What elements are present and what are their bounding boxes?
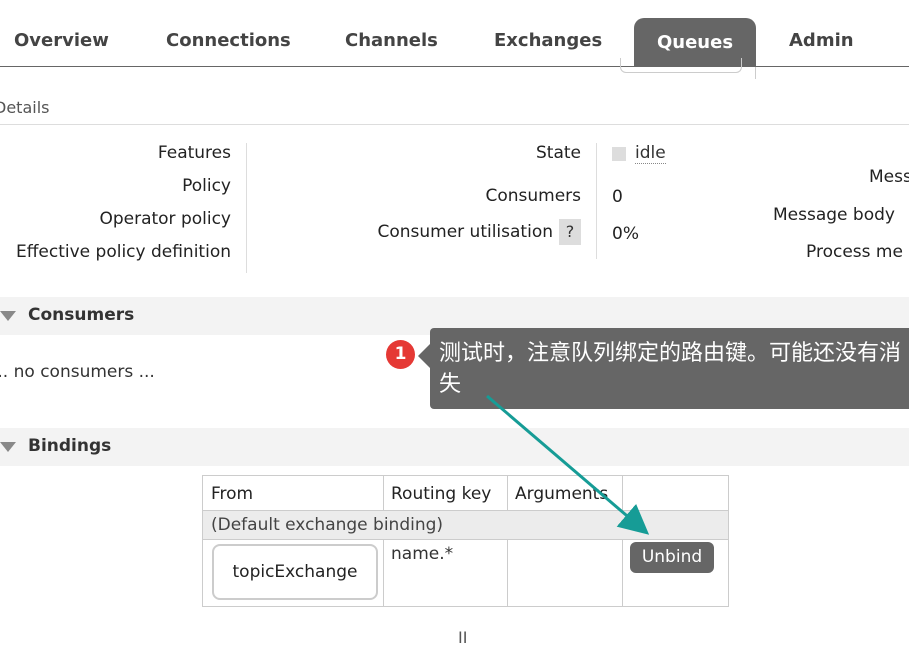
tabs-divider — [0, 66, 909, 67]
state-indicator-icon — [612, 147, 626, 161]
state-value: idle — [635, 143, 666, 164]
consumers-value: 0 — [612, 187, 623, 207]
tab-overview[interactable]: Overview — [14, 30, 109, 54]
pagination-indicator: II — [458, 628, 468, 647]
features-label: Features — [157, 143, 231, 163]
default-binding-row: (Default exchange binding) — [203, 510, 728, 540]
tab-channels[interactable]: Channels — [345, 30, 438, 54]
details-divider — [0, 124, 909, 125]
tab-exchanges[interactable]: Exchanges — [494, 30, 602, 54]
collapse-triangle-icon — [0, 442, 16, 452]
column-divider — [507, 476, 508, 510]
tabs-separator — [755, 67, 756, 79]
column-divider — [383, 476, 384, 510]
annotation-text: 测试时，注意队列绑定的路由键。可能还没有消失 — [439, 341, 902, 397]
column-header-from: From — [211, 484, 254, 504]
details-column-divider — [246, 143, 247, 273]
callout-pointer — [418, 344, 430, 368]
policy-label: Policy — [182, 176, 231, 196]
column-header-arguments: Arguments — [515, 484, 609, 504]
process-memory-label: Process me — [806, 242, 903, 262]
column-divider — [507, 540, 508, 606]
binding-source-exchange[interactable]: topicExchange — [212, 544, 378, 600]
consumer-utilisation-label: Consumer utilisation — [377, 222, 553, 242]
column-divider — [383, 540, 384, 606]
tab-admin[interactable]: Admin — [789, 30, 854, 54]
no-consumers-text: ... no consumers ... — [0, 362, 155, 382]
state-label: State — [536, 143, 581, 163]
message-stats-label: Mess — [869, 167, 909, 187]
column-divider — [622, 476, 623, 510]
bindings-section-title: Bindings — [28, 436, 112, 456]
consumer-utilisation-value: 0% — [612, 224, 639, 244]
binding-routing-key: name.* — [391, 544, 454, 564]
column-divider — [622, 540, 623, 606]
help-icon[interactable]: ? — [559, 219, 581, 245]
collapse-triangle-icon — [0, 311, 16, 321]
message-body-label: Message body — [773, 205, 895, 225]
tab-connections[interactable]: Connections — [166, 30, 291, 54]
unbind-button[interactable]: Unbind — [630, 542, 714, 573]
annotation-badge: 1 — [386, 340, 415, 369]
partially-hidden-button[interactable] — [620, 58, 742, 73]
details-column-divider-2 — [596, 143, 597, 259]
bindings-table: From Routing key Arguments (Default exch… — [202, 475, 729, 607]
effective-policy-label: Effective policy definition — [15, 242, 231, 262]
consumers-section-title: Consumers — [28, 305, 135, 325]
consumers-label: Consumers — [485, 186, 581, 206]
operator-policy-label: Operator policy — [99, 209, 231, 229]
column-header-routing-key: Routing key — [391, 484, 492, 504]
bindings-section-header[interactable]: Bindings — [0, 428, 909, 466]
details-section-title: Details — [0, 98, 50, 117]
